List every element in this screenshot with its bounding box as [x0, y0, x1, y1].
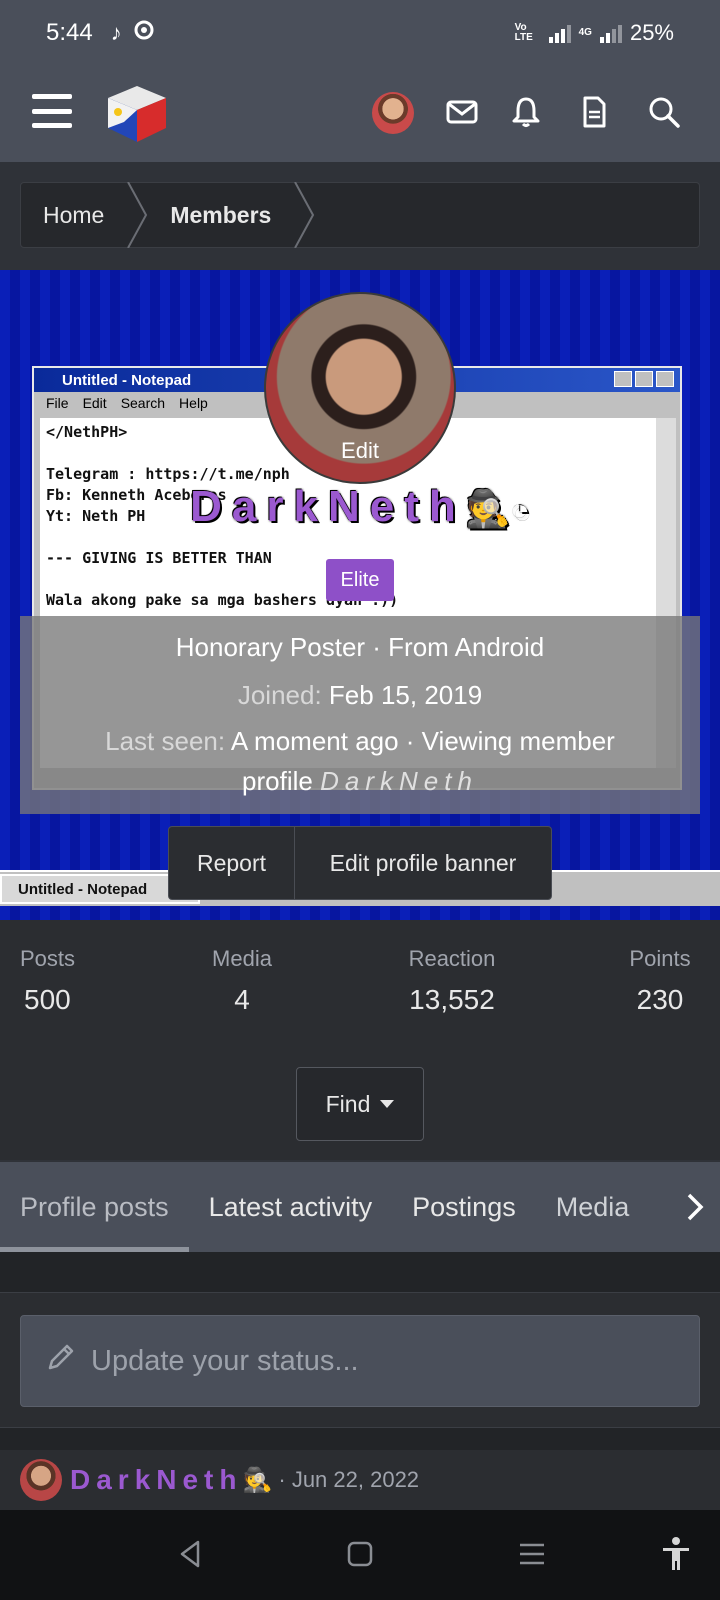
pencil-icon [45, 1341, 77, 1381]
last-seen-profile-link[interactable]: DarkNeth [320, 766, 478, 796]
app-header [0, 66, 720, 162]
signal-icon [548, 23, 571, 43]
post-date[interactable]: · Jun 22, 2022 [278, 1467, 419, 1493]
bell-icon[interactable] [508, 94, 544, 130]
last-seen-value: A moment ago · Viewing member [230, 726, 615, 756]
status-placeholder: Update your status... [91, 1344, 359, 1377]
notepad-title: Untitled - Notepad [62, 371, 192, 389]
breadcrumb: Home Members [20, 182, 700, 248]
mail-icon[interactable] [444, 94, 480, 130]
profile-post: DarkNeth 🕵 · Jun 22, 2022 [0, 1450, 720, 1510]
battery-level: 25% [629, 20, 674, 45]
user-badge: Elite [326, 559, 394, 601]
joined-line: Joined: Feb 15, 2019 [20, 680, 700, 711]
post-author-avatar[interactable] [20, 1459, 62, 1501]
signal-icon-2 [599, 23, 622, 43]
post-author-name[interactable]: DarkNeth [70, 1464, 242, 1496]
status-input[interactable]: Update your status... [20, 1315, 700, 1407]
status-bar: 5:44 ♪ Vo LTE 4G 25% [0, 0, 720, 66]
status-time: 5:44 [46, 19, 93, 46]
notepad-menu-item: Search [120, 395, 166, 411]
tab-latest-activity[interactable]: Latest activity [189, 1162, 393, 1252]
music-note-icon: ♪ [110, 20, 122, 45]
home-icon[interactable] [340, 1534, 380, 1574]
chrome-icon [134, 20, 154, 46]
edit-banner-button[interactable]: Edit profile banner [295, 827, 551, 899]
volte-indicator: Vo LTE [514, 22, 533, 43]
menu-icon[interactable] [32, 94, 72, 128]
report-button[interactable]: Report [169, 827, 295, 899]
tab-media[interactable]: Media [536, 1162, 650, 1252]
tab-profile-posts[interactable]: Profile posts [0, 1162, 189, 1252]
chevron-down-icon [380, 1100, 395, 1108]
status-update-area: Update your status... [0, 1292, 720, 1428]
search-icon[interactable] [646, 94, 682, 130]
notepad-menu-item: File [46, 395, 69, 411]
stat-media[interactable]: Media 4 [196, 946, 288, 1016]
site-logo[interactable] [104, 82, 170, 146]
profile-username: DarkNeth🕵◔ [190, 482, 530, 531]
back-icon[interactable] [170, 1534, 210, 1574]
stat-reaction[interactable]: Reaction 13,552 [392, 946, 512, 1016]
chevron-right-icon[interactable] [670, 1162, 720, 1252]
breadcrumb-separator-icon [294, 182, 315, 248]
breadcrumb-separator-icon [127, 182, 148, 248]
spy-icon: 🕵 [465, 488, 511, 529]
stat-points[interactable]: Points 230 [620, 946, 700, 1016]
profile-avatar[interactable]: Edit [264, 292, 456, 484]
profile-tabs: Profile posts Latest activity Postings M… [0, 1162, 720, 1252]
tab-postings[interactable]: Postings [392, 1162, 536, 1252]
last-seen-line: Last seen: A moment ago · Viewing member [20, 726, 700, 757]
spy-icon: 🕵 [242, 1466, 273, 1494]
profile-actions: Report Edit profile banner [168, 826, 552, 900]
find-button[interactable]: Find [296, 1067, 424, 1141]
last-seen-label: Last seen: [105, 726, 226, 756]
profile-info-panel: Honorary Poster · From Android Joined: F… [20, 616, 700, 814]
network-type: 4G [578, 27, 592, 38]
notepad-menu-item: Help [179, 395, 208, 411]
accessibility-icon[interactable] [656, 1534, 696, 1574]
last-seen-line-2: profile DarkNeth [20, 766, 700, 797]
profile-banner: Untitled - Notepad File Edit Search Help… [0, 270, 720, 920]
system-nav-bar [0, 1510, 720, 1600]
stat-posts[interactable]: Posts 500 [20, 946, 80, 1016]
history-icon: ◔ [510, 492, 530, 528]
joined-label: Joined: [237, 680, 322, 710]
breadcrumb-members[interactable]: Members [148, 183, 293, 247]
last-seen-value-2: profile [242, 766, 313, 796]
notepad-menu-item: Edit [82, 395, 107, 411]
find-label: Find [325, 1090, 371, 1117]
joined-date: Feb 15, 2019 [328, 680, 483, 710]
user-avatar[interactable] [372, 92, 414, 134]
user-title-line: Honorary Poster · From Android [175, 632, 545, 662]
recents-icon[interactable] [512, 1534, 552, 1574]
document-icon[interactable] [576, 94, 612, 130]
breadcrumb-home[interactable]: Home [21, 183, 126, 247]
avatar-edit-link[interactable]: Edit [266, 438, 454, 464]
profile-stats: Posts 500 Media 4 Reaction 13,552 Points… [0, 920, 720, 1160]
